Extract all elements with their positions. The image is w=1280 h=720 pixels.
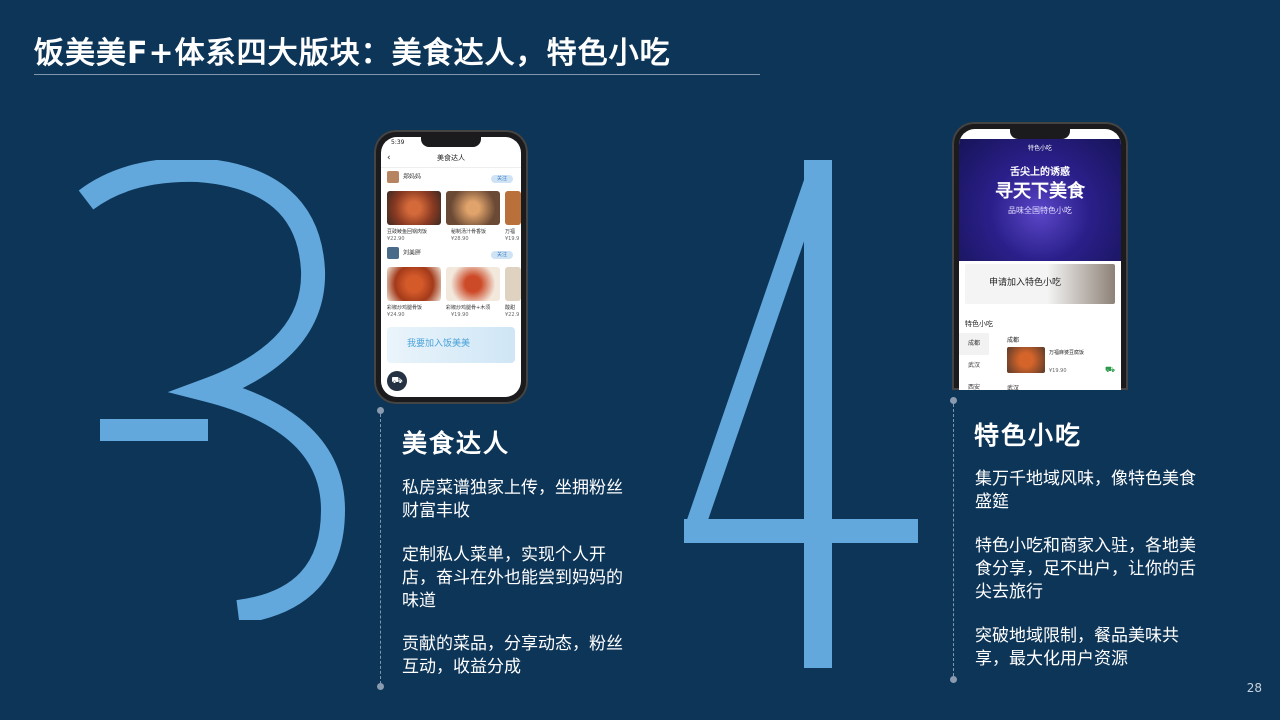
status-time: 5:40 [969, 131, 983, 138]
dish-image[interactable] [505, 267, 521, 301]
city-tab[interactable]: 武汉 [959, 355, 989, 377]
timeline-dot [950, 676, 957, 683]
phone-nav-title: 美食达人 [437, 154, 465, 162]
phone-screen: 5:39 ‹ 美食达人 郑妈妈 关注 豆豉鲮鱼回锅肉饭 秘制汤汁骨香饭 万福 ¥… [381, 137, 521, 397]
phone-screen: 5:40 特色小吃 舌尖上的诱惑 寻天下美食 品味全国特色小吃 申请加入特色小吃… [959, 129, 1121, 390]
poster-line1: 舌尖上的诱惑 [1010, 167, 1070, 178]
page-number: 28 [1246, 681, 1262, 695]
timeline-dot [950, 397, 957, 404]
poster-line2: 寻天下美食 [995, 181, 1085, 202]
slide-title: 饭美美F+体系四大版块：美食达人，特色小吃 [34, 36, 671, 71]
dish-image[interactable] [446, 267, 500, 301]
food-expert-paragraph: 私房菜谱独家上传，坐拥粉丝财富丰收 [402, 478, 623, 521]
region-label: 武汉 [1007, 385, 1020, 390]
big-number-four [684, 160, 918, 668]
phone-mockup-food-expert: 5:39 ‹ 美食达人 郑妈妈 关注 豆豉鲮鱼回锅肉饭 秘制汤汁骨香饭 万福 ¥… [374, 130, 528, 404]
food-expert-paragraph: 定制私人菜单，实现个人开店，奋斗在外也能尝到妈妈的味道 [402, 545, 623, 611]
dish-price: ¥19.9 [505, 236, 520, 242]
city-tab[interactable]: 成都 [959, 333, 989, 355]
dish-price: ¥19.90 [451, 312, 469, 318]
dish-image[interactable] [387, 267, 441, 301]
section-heading-food-expert: 美食达人 [402, 429, 511, 458]
timeline-line [380, 414, 381, 684]
apply-banner[interactable]: 申请加入特色小吃 [965, 264, 1115, 304]
snacks-paragraph: 突破地域限制，餐品美味共享，最大化用户资源 [975, 626, 1179, 669]
dish-price: ¥24.90 [387, 312, 405, 318]
join-banner[interactable]: 我要加入饭美美 [387, 327, 515, 363]
city-tab[interactable]: 西安 [959, 377, 989, 390]
item-price: ¥19.90 [1049, 368, 1067, 374]
food-expert-paragraph: 贡献的菜品，分享动态，粉丝互动，收益分成 [402, 634, 623, 677]
item-name: 万福麻婆豆腐饭 [1049, 350, 1085, 356]
follow-button[interactable]: 关注 [491, 175, 513, 183]
user-row[interactable]: 郑妈妈 [387, 171, 421, 189]
dish-name: 万福 [505, 229, 516, 235]
user-row[interactable]: 刘美胖 [387, 247, 421, 265]
section-label: 特色小吃 [965, 320, 993, 328]
dish-image[interactable] [387, 191, 441, 225]
timeline-line [953, 404, 954, 676]
dish-price: ¥22.9 [505, 312, 520, 318]
timeline-dot [377, 683, 384, 690]
dish-name: 酸甜 [505, 305, 516, 311]
snacks-paragraph: 特色小吃和商家入驻，各地美食分享，足不出户，让你的舌尖去旅行 [975, 536, 1196, 602]
snacks-paragraph: 集万千地域风味，像特色美食盛筵 [975, 469, 1196, 512]
phone-nav-bar: ‹ 美食达人 [381, 149, 521, 168]
section-heading-snacks: 特色小吃 [974, 421, 1083, 450]
dish-price: ¥28.90 [451, 236, 469, 242]
promo-poster[interactable]: 特色小吃 舌尖上的诱惑 寻天下美食 品味全国特色小吃 [959, 139, 1121, 261]
avatar [387, 247, 399, 259]
dish-name: 豆豉鲮鱼回锅肉饭 [387, 229, 428, 235]
cart-icon[interactable]: ⛟ [1105, 365, 1115, 375]
dish-image[interactable] [1007, 347, 1045, 373]
cart-icon[interactable]: ⛟ [387, 371, 407, 391]
phone-mockup-snacks: 5:40 特色小吃 舌尖上的诱惑 寻天下美食 品味全国特色小吃 申请加入特色小吃… [952, 122, 1128, 390]
big-number-three [78, 160, 346, 620]
avatar [387, 171, 399, 183]
follow-button[interactable]: 关注 [491, 251, 513, 259]
apply-title: 申请加入特色小吃 [989, 278, 1062, 288]
dish-image[interactable] [505, 191, 521, 225]
timeline-dot [377, 407, 384, 414]
dish-image[interactable] [446, 191, 500, 225]
status-time: 5:39 [391, 139, 405, 146]
phone-nav-title: 特色小吃 [1027, 145, 1052, 152]
dish-name: 彩椒炒鸡腿骨+木须 [446, 305, 491, 311]
banner-text: 我要加入饭美美 [407, 339, 471, 349]
dish-price: ¥22.90 [387, 236, 405, 242]
dish-name: 彩椒炒鸡腿骨饭 [387, 305, 423, 311]
slide: 饭美美F+体系四大版块：美食达人，特色小吃 5:39 ‹ 美食达人 郑妈妈 关注 [0, 0, 1280, 720]
back-icon[interactable]: ‹ [387, 149, 391, 167]
dish-name: 秘制汤汁骨香饭 [451, 229, 487, 235]
title-underline [34, 74, 760, 75]
poster-line3: 品味全国特色小吃 [1008, 206, 1072, 215]
region-label: 成都 [1007, 337, 1020, 344]
